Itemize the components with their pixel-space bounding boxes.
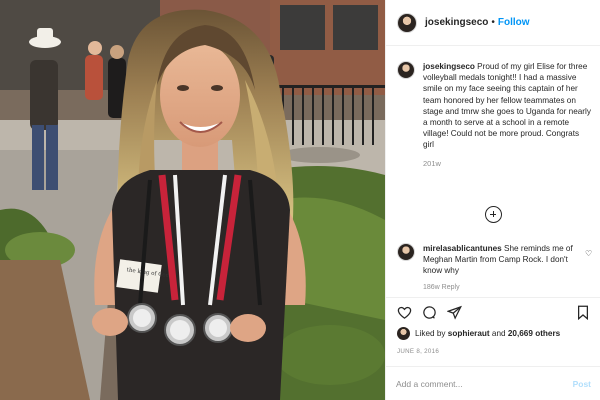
caption-text: Proud of my girl Elise for three volleyb… — [423, 62, 591, 150]
likes-middle: and — [491, 329, 506, 338]
add-comment-bar: Post — [386, 366, 600, 400]
caption-avatar[interactable] — [397, 61, 415, 79]
author-username[interactable]: josekingseco — [425, 17, 488, 28]
likes-count[interactable]: 20,669 others — [508, 329, 560, 338]
comments-section[interactable]: josekingseco Proud of my girl Elise for … — [386, 47, 600, 297]
bookmark-icon[interactable] — [576, 305, 590, 320]
caption-timestamp[interactable]: 201w — [423, 158, 591, 169]
post-comment-button[interactable]: Post — [573, 379, 591, 389]
heart-icon[interactable] — [397, 305, 412, 320]
liker-avatar[interactable] — [397, 327, 410, 340]
caption-username[interactable]: josekingseco — [423, 62, 475, 71]
likes-prefix: Liked by — [415, 329, 446, 338]
comment-icon[interactable] — [422, 305, 437, 320]
commenter-avatar[interactable] — [397, 243, 415, 261]
likes-summary: Liked by sophieraut and 20,669 others — [397, 327, 560, 340]
comment-item: mirelasablicantunes She reminds me of Me… — [397, 243, 597, 293]
paper-plane-icon[interactable] — [447, 305, 462, 320]
load-more-comments-icon[interactable] — [485, 206, 502, 223]
post-side-panel: josekingseco • Follow josekingseco Proud… — [385, 0, 600, 400]
post-action-bar — [386, 297, 600, 327]
post-photo[interactable]: the king of Cedar — [0, 0, 385, 400]
follow-button[interactable]: Follow — [498, 17, 530, 28]
comment-like-heart-icon[interactable]: ♡ — [585, 249, 592, 258]
post-header: josekingseco • Follow — [386, 0, 600, 46]
add-comment-input[interactable] — [396, 378, 573, 389]
comment-username[interactable]: mirelasablicantunes — [423, 244, 502, 253]
liker-username[interactable]: sophieraut — [448, 329, 490, 338]
comment-meta[interactable]: 186w Reply — [423, 282, 581, 293]
author-avatar[interactable] — [397, 12, 417, 33]
header-separator: • — [491, 17, 495, 28]
post-caption: josekingseco Proud of my girl Elise for … — [397, 61, 593, 169]
post-date[interactable]: JUNE 8, 2016 — [397, 348, 439, 355]
